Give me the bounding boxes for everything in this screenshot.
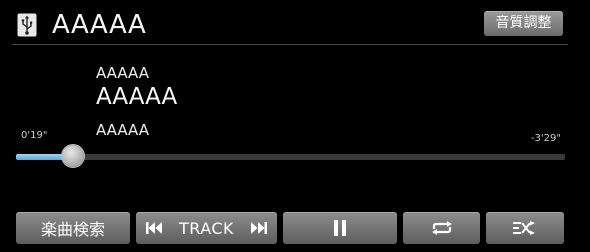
source-title: AAAAA xyxy=(52,10,147,40)
track-label: TRACK xyxy=(178,218,235,238)
progress-bar[interactable] xyxy=(16,145,565,167)
header-divider xyxy=(12,44,568,45)
elapsed-time: 0'19" xyxy=(21,130,48,141)
song-search-label: 楽曲検索 xyxy=(40,220,105,239)
pause-icon xyxy=(334,220,346,236)
sound-quality-button[interactable]: 音質調整 xyxy=(484,11,563,36)
shuffle-button[interactable] xyxy=(486,212,564,244)
song-title: AAAAA xyxy=(96,84,178,110)
song-search-button[interactable]: 楽曲検索 xyxy=(16,212,130,244)
shuffle-icon xyxy=(513,221,537,235)
usb-icon xyxy=(17,13,37,37)
media-player-screen: AAAAA 音質調整 AAAAA AAAAA AAAAA 0'19" -3'29… xyxy=(0,0,590,252)
repeat-button[interactable] xyxy=(403,212,480,244)
artist-name: AAAAA xyxy=(96,64,149,82)
repeat-icon xyxy=(430,221,454,235)
progress-thumb[interactable] xyxy=(62,145,85,167)
pause-button[interactable] xyxy=(283,212,397,244)
skip-next-icon[interactable] xyxy=(249,222,267,234)
skip-previous-icon[interactable] xyxy=(146,222,164,234)
remaining-time: -3'29" xyxy=(530,133,561,144)
track-skip-button[interactable]: TRACK xyxy=(136,212,277,244)
album-name: AAAAA xyxy=(96,121,149,139)
